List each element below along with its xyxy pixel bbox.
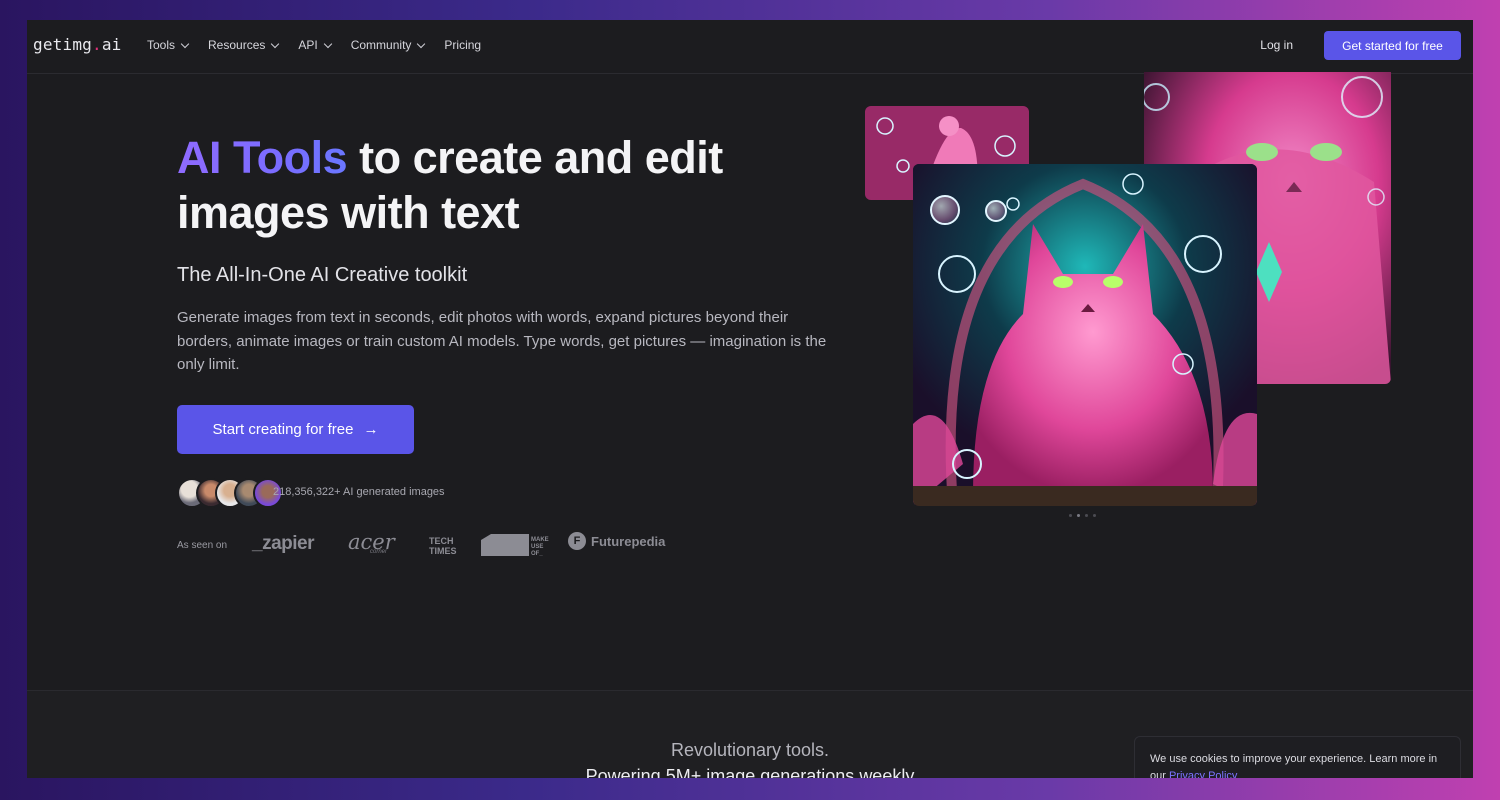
cat-image-main xyxy=(913,164,1257,506)
browser-viewport: getimg.ai Tools Resources API Community … xyxy=(27,20,1473,778)
nav-item-community[interactable]: Community xyxy=(351,38,426,52)
carousel-dot[interactable] xyxy=(1069,514,1072,517)
chevron-down-icon xyxy=(271,39,280,48)
svg-text:USE: USE xyxy=(531,544,543,550)
acer-corner-label: corner xyxy=(370,549,388,555)
nav-item-pricing[interactable]: Pricing xyxy=(444,38,481,52)
login-link[interactable]: Log in xyxy=(1260,38,1293,52)
privacy-policy-link[interactable]: Privacy Policy xyxy=(1169,770,1237,778)
user-avatars xyxy=(177,478,283,508)
carousel-dot[interactable] xyxy=(1093,514,1096,517)
svg-text:OF_: OF_ xyxy=(531,551,543,556)
chevron-down-icon xyxy=(323,39,332,48)
carousel-dot[interactable] xyxy=(1085,514,1088,517)
nav-item-api[interactable]: API xyxy=(298,38,332,52)
get-started-button[interactable]: Get started for free xyxy=(1324,31,1461,60)
cookie-banner: We use cookies to improve your experienc… xyxy=(1134,736,1461,778)
makeuseof-logo: MAKE USE OF_ xyxy=(481,534,549,557)
svg-text:MAKE: MAKE xyxy=(531,537,549,543)
start-creating-button[interactable]: Start creating for free → xyxy=(177,405,414,454)
hero-title: AI Tools to create and edit images with t… xyxy=(177,132,723,238)
zapier-logo: _zapier xyxy=(252,533,314,554)
generated-count: 218,356,322+ AI generated images xyxy=(273,486,445,498)
bubble-decoration xyxy=(930,195,960,225)
nav-item-tools[interactable]: Tools xyxy=(147,38,190,52)
techtimes-logo: TECH TIMES xyxy=(429,536,457,556)
futurepedia-mark-icon: F xyxy=(568,532,586,550)
logo[interactable]: getimg.ai xyxy=(33,35,122,54)
top-nav: getimg.ai Tools Resources API Community … xyxy=(27,20,1473,74)
chevron-down-icon xyxy=(417,39,426,48)
hero-subtitle: The All-In-One AI Creative toolkit xyxy=(177,264,468,286)
nav-links: Tools Resources API Community Pricing xyxy=(147,38,481,52)
nav-item-resources[interactable]: Resources xyxy=(208,38,280,52)
hero-description: Generate images from text in seconds, ed… xyxy=(177,309,827,373)
futurepedia-logo: F Futurepedia xyxy=(568,532,665,550)
chevron-down-icon xyxy=(180,39,190,48)
hero-title-accent: AI Tools xyxy=(177,132,348,183)
arrow-right-icon: → xyxy=(363,421,379,438)
carousel-dots xyxy=(1069,514,1096,517)
bubble-decoration xyxy=(985,200,1007,222)
carousel-dot-active[interactable] xyxy=(1077,514,1080,517)
as-seen-on-label: As seen on xyxy=(177,540,228,551)
